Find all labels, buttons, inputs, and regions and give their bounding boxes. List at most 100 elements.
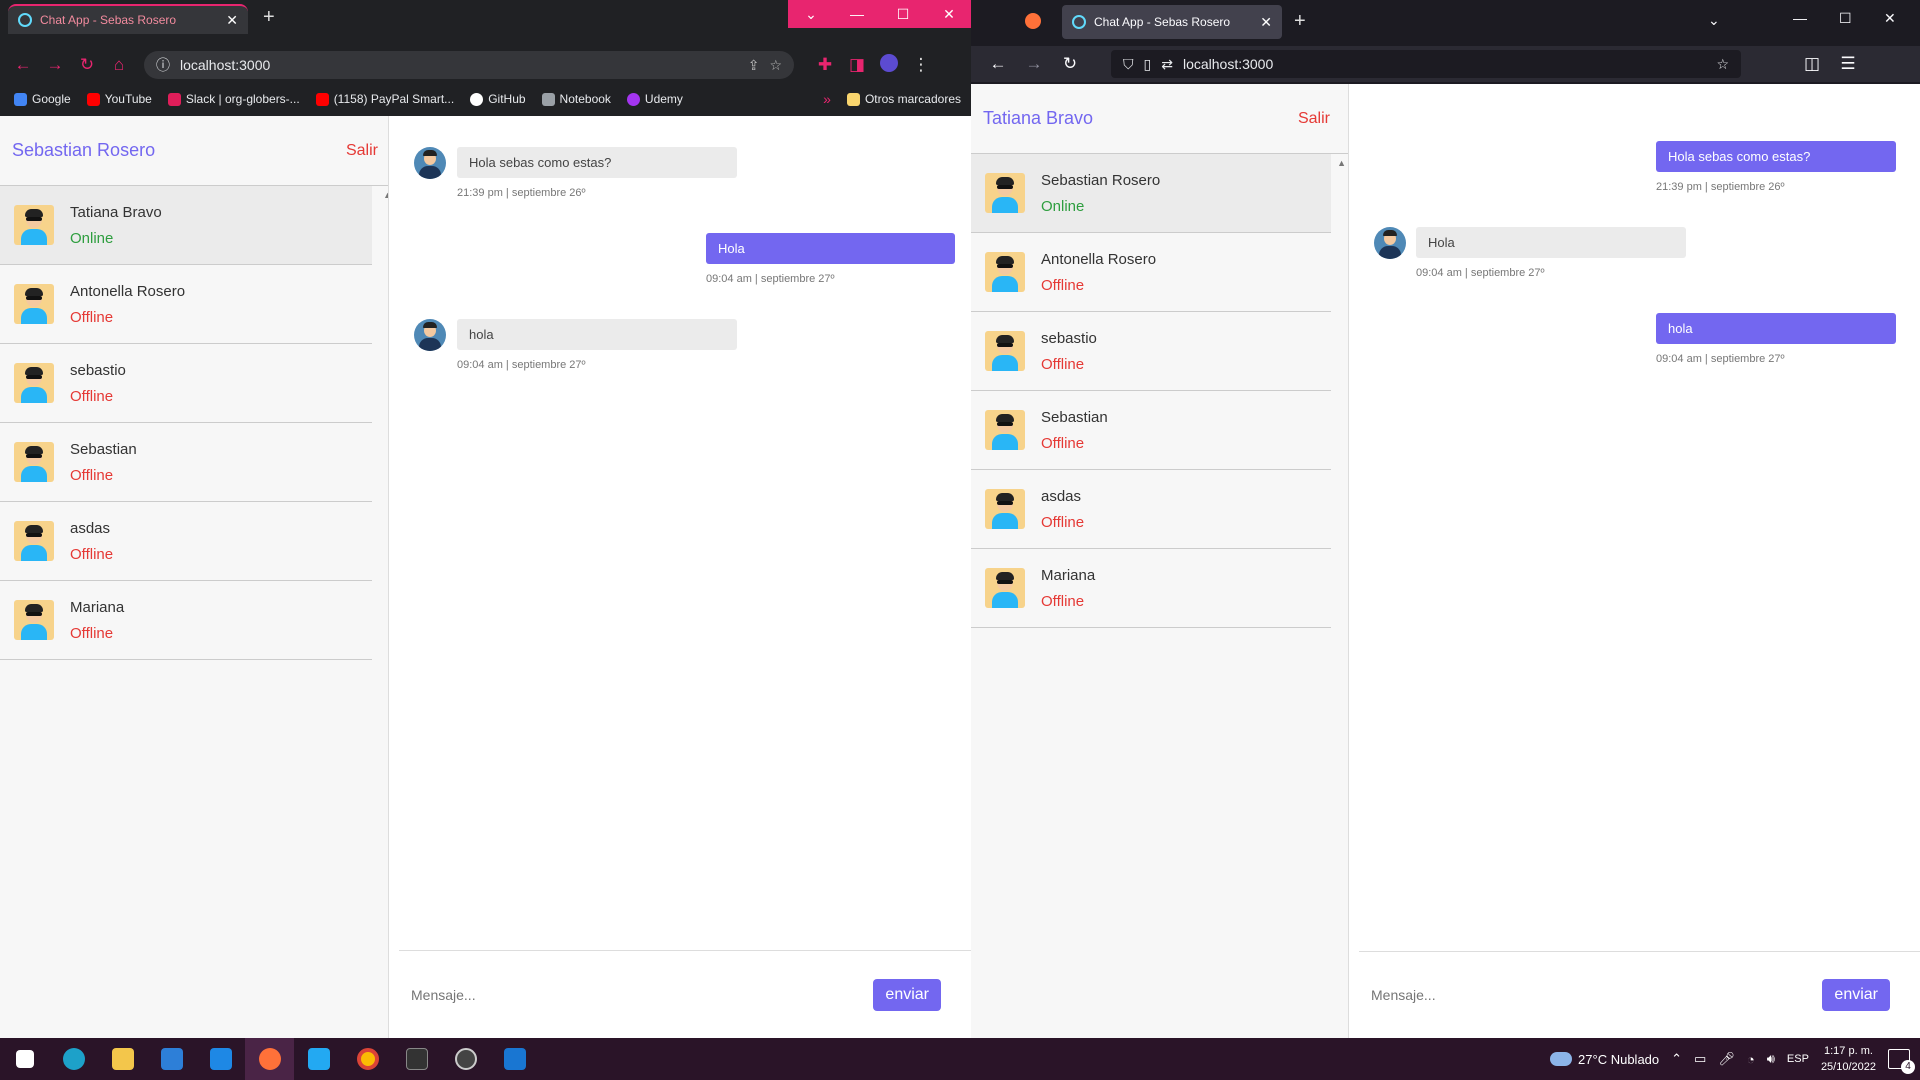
info-icon[interactable]: ⓘ <box>156 55 170 75</box>
firefox-tab[interactable]: Chat App - Sebas Rosero ✕ <box>1062 5 1282 39</box>
menu-icon[interactable]: ☰ <box>1833 54 1863 74</box>
firefox-icon[interactable] <box>1025 13 1041 29</box>
permissions-icon[interactable]: ⇄ <box>1161 56 1173 73</box>
user-status: Offline <box>1041 513 1085 531</box>
volume-icon[interactable]: 🔊︎ <box>1767 1051 1775 1067</box>
menu-icon[interactable]: ⋮ <box>906 55 936 75</box>
tab-search-icon[interactable]: ⌄ <box>788 0 834 28</box>
back-icon[interactable]: ← <box>8 55 38 75</box>
pocket-icon[interactable]: ◫ <box>1797 54 1827 74</box>
shield-icon[interactable]: ⛉ <box>1123 56 1134 73</box>
bookmark-paypal[interactable]: (1158) PayPal Smart... <box>315 92 454 106</box>
sender-avatar <box>414 147 446 179</box>
network-icon[interactable]: ▭ <box>1694 1051 1706 1067</box>
firefox-tab-title: Chat App - Sebas Rosero <box>1094 15 1231 29</box>
maximize-icon[interactable]: ☐ <box>1839 10 1852 27</box>
clock[interactable]: 1:17 p. m. 25/10/2022 <box>1821 1043 1876 1075</box>
bookmark-slack[interactable]: Slack | org-globers-... <box>167 92 300 106</box>
google-icon <box>14 92 27 106</box>
bookmark-label: GitHub <box>488 92 526 106</box>
avatar <box>14 442 54 482</box>
terminal-icon[interactable] <box>392 1038 441 1080</box>
send-button[interactable]: enviar <box>1822 979 1890 1011</box>
address-bar[interactable]: ⛉ ▯ ⇄ localhost:3000 ☆ <box>1111 50 1741 78</box>
star-icon[interactable]: ☆ <box>1716 56 1729 73</box>
user-item[interactable]: Antonella Rosero Offline <box>0 265 372 344</box>
bookmark-youtube[interactable]: YouTube <box>86 92 152 106</box>
maximize-icon[interactable]: ☐ <box>880 0 926 28</box>
star-icon[interactable]: ☆ <box>769 57 782 74</box>
home-icon[interactable]: ⌂ <box>104 55 134 75</box>
minimize-icon[interactable]: — <box>1793 10 1807 26</box>
logout-button[interactable]: Salir <box>346 142 378 160</box>
message-input[interactable] <box>411 986 874 1003</box>
store-icon[interactable] <box>147 1038 196 1080</box>
back-icon[interactable]: ← <box>983 54 1013 74</box>
list-tabs-icon[interactable]: ⌄ <box>1708 12 1720 29</box>
avatar <box>14 205 54 245</box>
sidepanel-icon[interactable]: ◨ <box>842 55 872 75</box>
folder-icon <box>846 92 860 106</box>
chrome-taskbar-icon[interactable] <box>343 1038 392 1080</box>
logout-button[interactable]: Salir <box>1298 110 1330 128</box>
profile-avatar[interactable] <box>874 53 904 77</box>
sidebar-header: Sebastian Rosero Salir <box>0 116 388 186</box>
mail-icon[interactable] <box>196 1038 245 1080</box>
bookmark-udemy[interactable]: Udemy <box>626 92 683 106</box>
app-icon[interactable] <box>490 1038 539 1080</box>
send-button[interactable]: enviar <box>873 978 941 1011</box>
message-bubble: hola <box>1656 313 1896 344</box>
user-item[interactable]: Tatiana Bravo Online <box>0 186 372 265</box>
vscode-icon[interactable] <box>294 1038 343 1080</box>
firefox-taskbar-icon[interactable] <box>245 1038 294 1080</box>
message-input[interactable] <box>1371 987 1823 1003</box>
windows-start-icon[interactable] <box>0 1038 49 1080</box>
forward-icon[interactable]: → <box>40 55 70 75</box>
other-bookmarks[interactable]: Otros marcadores <box>846 92 961 106</box>
microphone-icon[interactable]: 🎤︎ <box>1718 1051 1735 1067</box>
scroll-up-icon[interactable]: ▲ <box>1337 158 1346 168</box>
user-item[interactable]: sebastio Offline <box>0 344 372 423</box>
bookmark-google[interactable]: Google <box>14 92 71 106</box>
bookmark-label: Slack | org-globers-... <box>185 92 300 106</box>
bookmarks-overflow-icon[interactable]: » <box>823 91 831 107</box>
obs-icon[interactable] <box>441 1038 490 1080</box>
new-tab-icon[interactable]: + <box>1294 10 1306 33</box>
user-item[interactable]: Sebastian Offline <box>0 423 372 502</box>
new-tab-icon[interactable]: + <box>263 6 275 29</box>
weather-widget[interactable]: 27°C Nublado <box>1550 1052 1659 1067</box>
file-explorer-icon[interactable] <box>98 1038 147 1080</box>
close-tab-icon[interactable]: ✕ <box>226 12 238 29</box>
message-bubble: Hola sebas como estas? <box>1656 141 1896 172</box>
close-tab-icon[interactable]: ✕ <box>1260 14 1272 31</box>
user-item[interactable]: sebastio Offline <box>971 312 1331 391</box>
reload-icon[interactable]: ↻ <box>72 55 102 75</box>
user-item[interactable]: Antonella Rosero Offline <box>971 233 1331 312</box>
chevron-up-icon[interactable]: ⌃ <box>1671 1051 1682 1067</box>
minimize-icon[interactable]: — <box>834 0 880 28</box>
close-window-icon[interactable]: ✕ <box>1884 10 1896 27</box>
address-bar[interactable]: ⓘ localhost:3000 ⇪ ☆ <box>144 51 794 79</box>
bookmark-notebook[interactable]: Notebook <box>541 92 611 106</box>
forward-icon[interactable]: → <box>1019 54 1049 74</box>
avatar <box>985 568 1025 608</box>
share-icon[interactable]: ⇪ <box>748 57 760 74</box>
edge-icon[interactable] <box>49 1038 98 1080</box>
extensions-icon[interactable]: ✚ <box>810 55 840 75</box>
language-indicator[interactable]: ESP <box>1787 1053 1809 1065</box>
user-item[interactable]: Sebastian Rosero Online <box>971 154 1331 233</box>
user-item[interactable]: asdas Offline <box>971 470 1331 549</box>
reload-icon[interactable]: ↻ <box>1055 54 1085 74</box>
user-item[interactable]: Sebastian Offline <box>971 391 1331 470</box>
user-item[interactable]: Mariana Offline <box>0 581 372 660</box>
user-item[interactable]: asdas Offline <box>0 502 372 581</box>
wifi-icon[interactable]: ◔ <box>1747 1052 1755 1067</box>
user-name: Sebastian <box>70 440 137 458</box>
bookmark-github[interactable]: GitHub <box>470 92 526 106</box>
user-name: Mariana <box>1041 566 1096 584</box>
user-item[interactable]: Mariana Offline <box>971 549 1331 628</box>
chrome-tab[interactable]: Chat App - Sebas Rosero ✕ <box>8 4 248 34</box>
notifications-icon[interactable]: 4 <box>1888 1049 1915 1074</box>
react-icon <box>18 13 32 27</box>
close-window-icon[interactable]: ✕ <box>926 0 971 28</box>
